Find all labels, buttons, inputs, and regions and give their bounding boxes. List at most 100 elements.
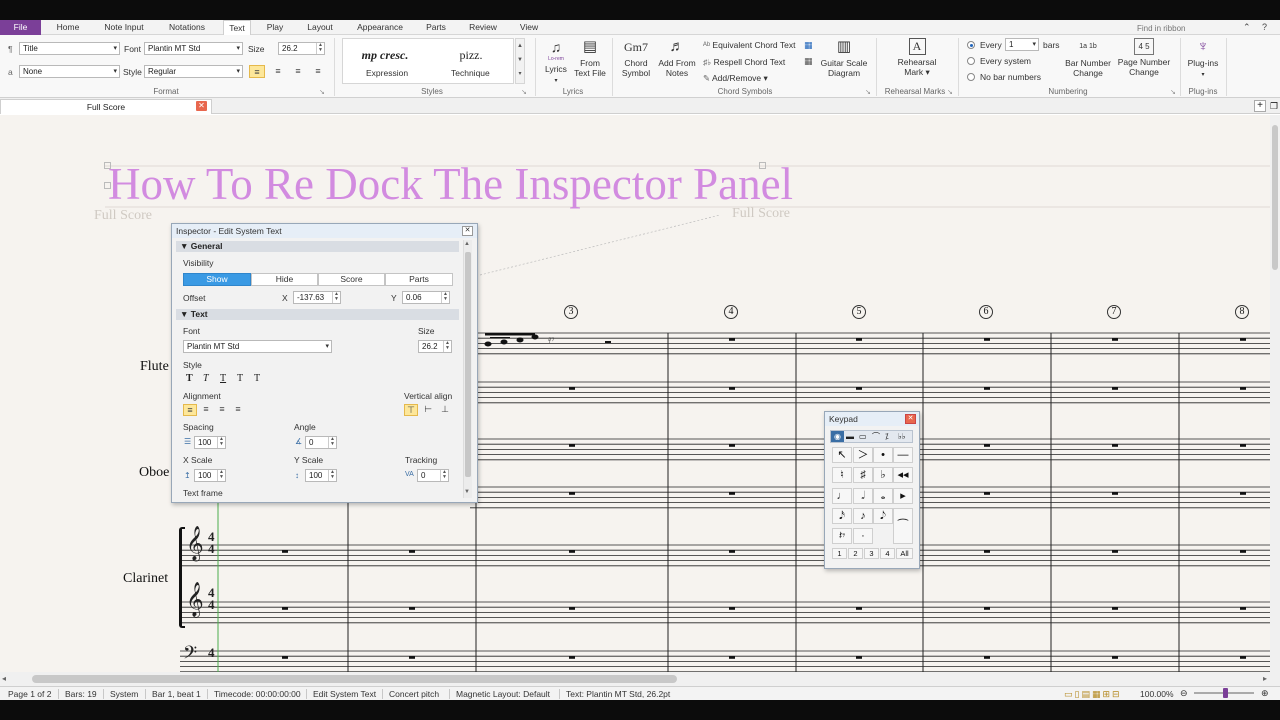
chord-grid-icon[interactable]: ▦ [804,40,813,51]
horizontal-scroll-thumb[interactable] [32,675,677,683]
keypad-articulations-icon[interactable]: ⌒ [872,431,880,442]
keypad-layout-2[interactable]: 2 [848,548,863,559]
guitar-scale-diagram-button[interactable]: ▥ Guitar Scale Diagram [818,38,870,78]
rehearsal-dialog-launcher-icon[interactable]: ↘ [947,88,953,96]
plug-ins-button[interactable]: ♆ Plug-ins ▾ [1184,38,1222,80]
new-tab-plus-icon[interactable]: + [1254,100,1266,112]
tab-file[interactable]: File [0,20,41,35]
title-handle[interactable] [104,182,111,189]
instrument-name-flute[interactable]: Flute [140,359,169,375]
offset-y-input[interactable]: 0.06 ▲ ▼ [402,291,450,304]
justify-button[interactable]: ≡ [310,65,326,78]
view-mode-icons[interactable]: ▭▯▤▦⊞⊟ [1064,687,1122,701]
keypad-accidentals-icon[interactable]: ♭♭ [898,431,906,442]
text-style-select[interactable]: Title ▾ [19,42,120,55]
visibility-hide-button[interactable]: Hide [251,273,318,286]
keypad-key[interactable]: · [853,528,873,544]
keypad-key[interactable]: ♭ [873,467,893,483]
keypad-layout-all[interactable]: All [896,548,913,559]
close-tab-icon[interactable]: ✕ [196,101,207,111]
valign-middle-button[interactable]: ⊢ [421,404,435,416]
instrument-name-oboe[interactable]: Oboe [139,465,169,481]
x-scale-input[interactable]: 100 ▲ ▼ [194,469,226,482]
bar-number-change-button[interactable]: 1a 1b Bar Number Change [1062,38,1114,78]
inspector-align-right-button[interactable]: ≡ [215,404,229,416]
style-expression-sample[interactable]: mp cresc. [350,48,420,63]
keypad-jazz-icon[interactable]: ⁒ [885,431,889,442]
valign-top-button[interactable]: ⊤ [404,404,418,416]
rehearsal-mark-button[interactable]: A Rehearsal Mark ▾ [892,38,942,77]
zoom-slider-thumb[interactable] [1223,688,1228,698]
keypad-layout-3[interactable]: 3 [864,548,879,559]
visibility-parts-button[interactable]: Parts [385,273,453,286]
inspector-align-left-button[interactable]: ≡ [183,404,197,416]
respell-chord-text-button[interactable]: ♯♭ Respell Chord Text [703,57,785,68]
scroll-down-icon[interactable]: ▼ [464,489,470,495]
underline-button[interactable]: T [220,373,226,384]
bold-button[interactable]: T [186,373,193,384]
keypad-key[interactable]: 𝅘𝅥𝅯 [832,508,852,524]
title-handle[interactable] [104,162,111,169]
keypad-key[interactable]: ◂◂ [893,467,913,483]
every-bars-radio[interactable] [967,41,975,49]
keypad-key[interactable]: 𝅘𝅥𝅮 [873,508,893,524]
tab-note-input[interactable]: Note Input [98,20,150,35]
minimize-ribbon-icon[interactable]: ⌃ [1243,22,1251,33]
keypad-layout-4[interactable]: 4 [880,548,895,559]
keypad-key[interactable]: 𝅝 [873,488,893,504]
add-from-notes-button[interactable]: ♬ Add From Notes [655,38,699,78]
find-in-ribbon-input[interactable] [1137,22,1257,34]
every-bars-select[interactable]: 1 ▾ [1005,38,1039,51]
inspector-justify-button[interactable]: ≡ [231,404,245,416]
zoom-out-icon[interactable]: ⊖ [1180,688,1188,698]
tab-home[interactable]: Home [48,20,88,35]
numbering-dialog-launcher-icon[interactable]: ↘ [1170,88,1176,96]
keypad-key[interactable]: ▸ [893,488,913,504]
tab-view[interactable]: View [514,20,544,35]
tracking-input[interactable]: 0 ▲ ▼ [417,469,449,482]
inspector-title[interactable]: Inspector - Edit System Text [172,224,477,238]
gallery-scroll-icon[interactable]: ▲ ▼ ▾ [515,38,525,84]
keypad-key[interactable]: ↖ [832,447,852,463]
inspector-size-input[interactable]: 26.2 ▲ ▼ [418,340,452,353]
keypad-more-notes-icon[interactable]: ▬ [846,431,854,442]
tab-notations[interactable]: Notations [161,20,213,35]
restore-window-icon[interactable]: ❐ [1270,100,1278,112]
tab-full-score[interactable]: Full Score [0,99,212,114]
visibility-show-button[interactable]: Show [183,273,251,286]
inspector-align-center-button[interactable]: ≡ [199,404,213,416]
subscript-button[interactable]: T [237,373,243,384]
keypad-key[interactable]: ♪ [853,508,873,524]
tab-layout[interactable]: Layout [300,20,340,35]
keypad-common-notes-icon[interactable]: ◉ [831,431,844,442]
keypad-key[interactable]: ♯ [853,467,873,483]
chords-dialog-launcher-icon[interactable]: ↘ [865,88,871,96]
font-size-input[interactable]: 26.2 ▲ ▼ [278,42,325,55]
italic-button[interactable]: T [203,373,209,384]
align-left-button[interactable]: ≡ [249,65,265,78]
score-title[interactable]: How To Re Dock The Inspector Panel [108,158,793,210]
help-icon[interactable]: ? [1262,22,1267,32]
visibility-score-button[interactable]: Score [318,273,385,286]
every-system-radio[interactable] [967,57,975,65]
tab-play[interactable]: Play [260,20,290,35]
vertical-scroll-thumb[interactable] [1272,125,1278,270]
chord-symbol-button[interactable]: Gm7 Chord Symbol [617,38,655,78]
page-number-change-button[interactable]: 4 5 Page Number Change [1116,38,1172,77]
add-remove-button[interactable]: ✎ Add/Remove ▾ [703,73,768,84]
align-right-button[interactable]: ≡ [290,65,306,78]
scroll-right-icon[interactable]: ▸ [1263,674,1267,683]
inspector-font-select[interactable]: Plantin MT Std ▾ [183,340,332,353]
keypad-tie-key[interactable]: ⁀ [893,508,913,544]
zoom-in-icon[interactable]: ⊕ [1261,688,1269,698]
tab-review[interactable]: Review [464,20,502,35]
general-section-header[interactable]: ▼ General [176,241,459,252]
font-select[interactable]: Plantin MT Std ▾ [144,42,243,55]
keypad-key[interactable]: ♮ [832,467,852,483]
tab-parts[interactable]: Parts [419,20,453,35]
lyrics-button[interactable]: ♫ Lo-rem Lyrics ▾ [541,38,571,86]
keypad-key[interactable]: — [893,447,913,463]
inspector-scroll-thumb[interactable] [465,252,471,477]
tab-appearance[interactable]: Appearance [351,20,409,35]
close-inspector-icon[interactable]: ✕ [462,226,473,236]
